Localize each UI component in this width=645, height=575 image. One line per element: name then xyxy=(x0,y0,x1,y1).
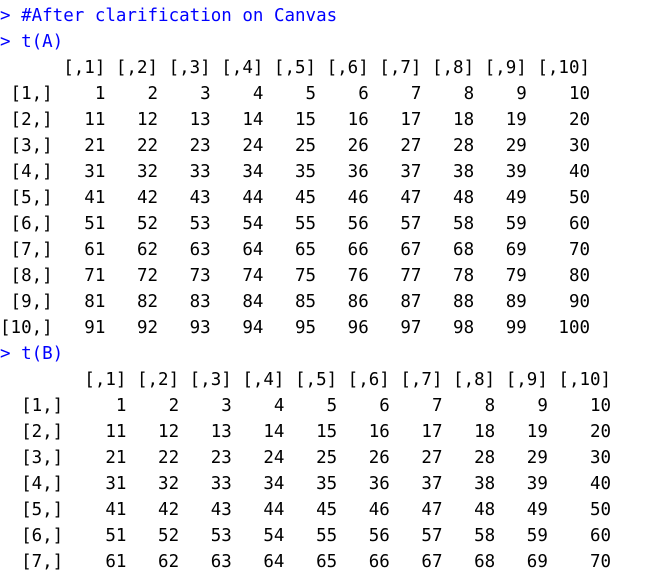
r-console[interactable]: { "theme": { "command_color": "#0000ff",… xyxy=(0,0,645,572)
prompt: > xyxy=(0,6,22,26)
prompt: > xyxy=(0,32,22,52)
comment-line: > #After clarification on Canvas xyxy=(0,3,645,29)
command-text: t(B) xyxy=(21,344,64,364)
command-line-tB: > t(B) xyxy=(0,341,645,367)
console-output: > #After clarification on Canvas > t(A) … xyxy=(0,3,645,575)
matrix-output-tB: [,1] [,2] [,3] [,4] [,5] [,6] [,7] [,8] … xyxy=(21,370,612,572)
comment-text: #After clarification on Canvas xyxy=(21,6,338,26)
command-text: t(A) xyxy=(21,32,64,52)
prompt: > xyxy=(0,344,22,364)
matrix-output-tA: [,1] [,2] [,3] [,4] [,5] [,6] [,7] [,8] … xyxy=(0,58,591,338)
command-line-tA: > t(A) xyxy=(0,29,645,55)
